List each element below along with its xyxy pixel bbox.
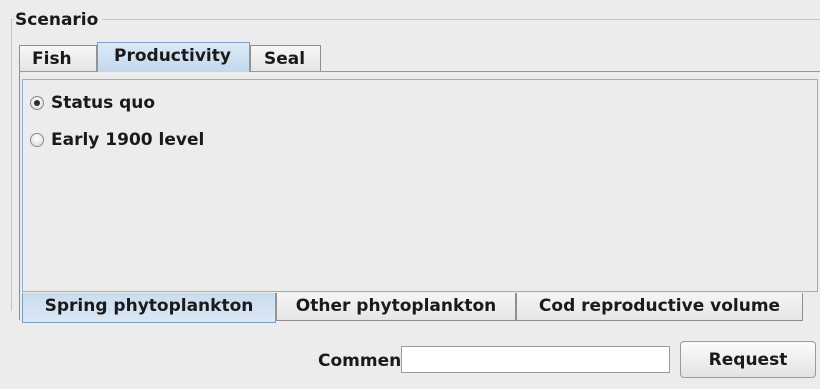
tab-spring-phytoplankton[interactable]: Spring phytoplankton bbox=[22, 293, 276, 323]
radio-unchecked-icon[interactable] bbox=[30, 133, 44, 147]
tab-productivity[interactable]: Productivity bbox=[97, 42, 250, 72]
tab-seal[interactable]: Seal bbox=[250, 45, 321, 72]
comment-input[interactable] bbox=[401, 346, 670, 373]
tab-cod-reproductive-volume[interactable]: Cod reproductive volume bbox=[516, 293, 803, 321]
scenario-group-title: Scenario bbox=[14, 10, 103, 30]
request-button[interactable]: Request bbox=[680, 341, 816, 378]
option-early-1900-level[interactable]: Early 1900 level bbox=[30, 129, 204, 151]
option-label: Early 1900 level bbox=[51, 130, 205, 150]
option-status-quo[interactable]: Status quo bbox=[30, 92, 155, 114]
option-label: Status quo bbox=[51, 93, 156, 113]
tab-other-phytoplankton[interactable]: Other phytoplankton bbox=[276, 293, 516, 321]
radio-checked-icon[interactable] bbox=[30, 96, 44, 110]
tab-fish[interactable]: Fish bbox=[19, 45, 97, 72]
